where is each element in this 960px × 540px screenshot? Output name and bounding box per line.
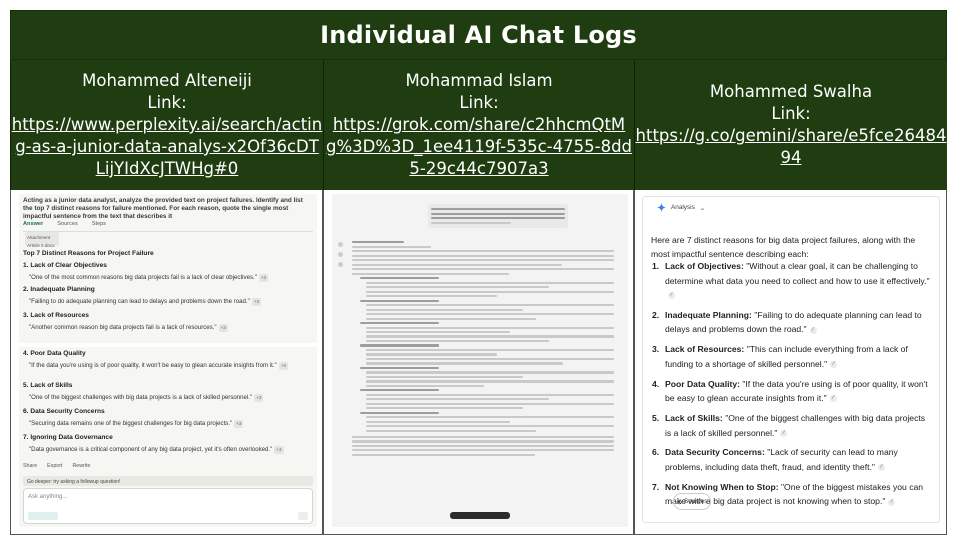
reason-quote: "One of the most common reasons big data… [29,274,269,282]
list-item: 1. Lack of Objectives: "Without a clear g… [652,261,930,300]
reason-quote: "Failing to do adequate planning can lea… [29,298,262,306]
section-divider [19,343,317,347]
reason-quote: "Securing data remains one of the bigges… [29,420,244,428]
reason-quote: "Another common reason big data projects… [29,324,228,332]
author-name: Mohammed Alteneiji [82,71,252,90]
slide: Individual AI Chat Logs Mohammed Altenei… [0,0,960,540]
tab-answer[interactable]: Answer [23,220,43,228]
list-item: 6. Data Security Concerns: "Lack of secur… [652,447,898,472]
link-icon[interactable]: ⁄ [877,464,885,472]
title-bar: Individual AI Chat Logs [10,10,947,60]
tab-sources[interactable]: Sources [57,220,78,228]
list-item: 3. Lack of Resources: "This can include e… [652,344,908,369]
chat-link-perplexity[interactable]: https://www.perplexity.ai/search/acting-… [11,114,323,180]
slide-title: Individual AI Chat Logs [320,21,637,49]
sidebar-icon[interactable] [338,262,343,267]
reason-title: 5. Lack of Skills [23,382,73,389]
reason-quote: "If the data you're using is of poor qua… [29,362,288,370]
link-icon: ⊘ [676,498,682,506]
reason-title: 4. Poor Data Quality [23,350,86,357]
author-name: Mohammed Swalha [709,82,873,101]
reason-list: 1. Lack of Objectives: "Without a clear g… [651,259,933,514]
result-tabs: Answer Sources Steps [23,220,313,232]
sidebar-icon[interactable] [338,242,343,247]
search-mode-toggle[interactable] [28,512,58,520]
author-name: Mohammad Islam [405,71,553,90]
link-icon[interactable]: ⁄ [809,326,817,334]
column-header-swalha: Mohammed Swalha Link: https://g.co/gemin… [634,60,947,190]
answer-heading: Top 7 Distinct Reasons for Project Failu… [23,250,154,257]
go-deeper-banner[interactable]: Go deeper: try asking a followup questio… [23,476,313,486]
sidebar-icons [338,242,344,322]
export-button[interactable]: Export [47,462,62,470]
reason-quote: "Data governance is a critical component… [29,446,284,454]
user-prompt-bubble [428,204,568,228]
perplexity-screenshot: Acting as a junior data analyst, analyze… [19,194,317,527]
reason-quote: "One of the biggest challenges with big … [29,394,264,402]
send-icon[interactable] [298,512,308,520]
chat-link-gemini[interactable]: https://g.co/gemini/share/e5fce2648494 [635,125,947,169]
link-label: Link: [147,93,187,112]
screenshot-cell-perplexity: Acting as a junior data analyst, analyze… [10,190,323,535]
reason-title: 2. Inadequate Planning [23,286,95,293]
list-item: 4. Poor Data Quality: "If the data you're… [652,378,928,404]
sources-label: Sources [683,498,708,505]
screenshot-cell-gemini: Analysis ⌄ Here are 7 distinct reasons f… [634,190,947,535]
tab-steps[interactable]: Steps [92,220,106,228]
gemini-header: Analysis ⌄ [657,203,705,212]
attachment-chip[interactable]: Attachment Article 2.docx [25,232,59,248]
reason-title: 1. Lack of Clear Objectives [23,262,107,269]
link-icon[interactable]: ⁄ [829,395,837,403]
column-header-islam: Mohammad Islam Link: https://grok.com/sh… [323,60,634,190]
screenshot-cell-grok [323,190,634,535]
gemini-star-icon [657,203,666,212]
sources-button[interactable]: ⊘ Sources [673,493,711,510]
reason-title: 7. Ignoring Data Governance [23,434,113,441]
link-icon[interactable]: ⁄ [888,498,896,506]
ask-input[interactable]: Ask anything... [23,488,313,524]
link-label: Link: [459,93,499,112]
rewrite-button[interactable]: Rewrite [72,462,90,470]
gemini-screenshot: Analysis ⌄ Here are 7 distinct reasons f… [642,196,940,523]
prompt-text: Acting as a junior data analyst, analyze… [23,197,303,220]
chat-link-grok[interactable]: https://grok.com/share/c2hhcmQtMg%3D%3D_… [324,114,634,180]
chevron-down-icon[interactable]: ⌄ [700,204,705,212]
link-icon[interactable]: ⁄ [668,292,675,300]
grok-response [352,239,614,458]
column-header-alteneiji: Mohammed Alteneiji Link: https://www.per… [10,60,323,190]
list-item: 5. Lack of Skills: "One of the biggest ch… [652,413,926,438]
response-intro: Here are 7 distinct reasons for big data… [651,235,916,259]
answer-actions: Share Export Rewrite [23,462,313,470]
mode-label[interactable]: Analysis [671,204,695,211]
sidebar-icon[interactable] [338,252,343,257]
continue-conversation-button[interactable] [450,512,510,519]
link-icon[interactable]: ⁄ [780,429,788,437]
link-icon[interactable]: ⁄ [830,361,838,369]
reason-title: 6. Data Security Concerns [23,408,105,415]
list-item: 2. Inadequate Planning: "Failing to do ad… [652,309,922,335]
ask-placeholder: Ask anything... [28,494,68,500]
reason-title: 3. Lack of Resources [23,312,89,319]
link-label: Link: [771,104,811,123]
share-button[interactable]: Share [23,462,37,470]
grok-screenshot [332,194,628,527]
